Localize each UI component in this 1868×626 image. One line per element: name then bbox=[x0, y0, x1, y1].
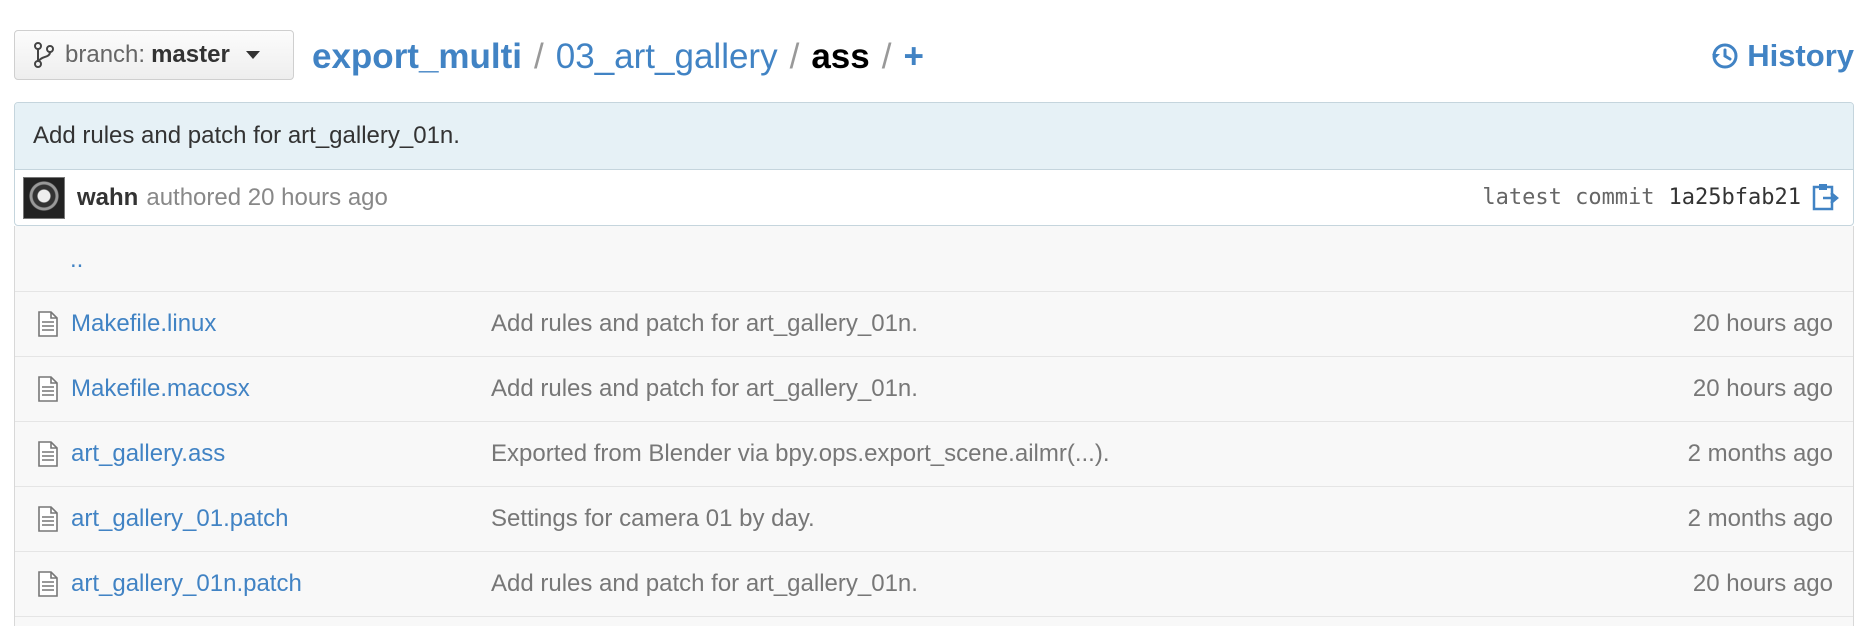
file-commit-message-link[interactable]: Settings for camera 01 by day. bbox=[491, 505, 815, 533]
breadcrumb-current: ass bbox=[811, 37, 870, 76]
file-browser-page: branch: master export_multi / 03_art_gal… bbox=[0, 0, 1868, 626]
branch-name: master bbox=[151, 41, 230, 68]
file-icon bbox=[38, 311, 58, 337]
list-item: art_gallery_01n.patch Add rules and patch… bbox=[15, 552, 1853, 617]
branch-prefix: branch: bbox=[65, 41, 146, 68]
history-icon bbox=[1712, 43, 1738, 69]
file-icon bbox=[38, 506, 58, 532]
file-commit-message-link[interactable]: Add rules and patch for art_gallery_01n. bbox=[491, 375, 918, 403]
latest-commit-box: Add rules and patch for art_gallery_01n.… bbox=[14, 102, 1854, 226]
list-item-parent: .. bbox=[15, 226, 1853, 292]
toolbar: branch: master export_multi / 03_art_gal… bbox=[14, 30, 1854, 90]
chevron-down-icon bbox=[245, 51, 260, 59]
file-name-link[interactable]: Makefile.macosx bbox=[71, 375, 250, 403]
file-commit-message-link[interactable]: Add rules and patch for art_gallery_01n. bbox=[491, 310, 918, 338]
file-rows: Makefile.linux Add rules and patch for ar… bbox=[15, 292, 1853, 617]
file-commit-message-link[interactable]: Add rules and patch for art_gallery_01n. bbox=[491, 570, 918, 598]
file-icon bbox=[38, 441, 58, 467]
list-item: Makefile.linux Add rules and patch for ar… bbox=[15, 292, 1853, 357]
file-name-link[interactable]: art_gallery_01n.patch bbox=[71, 570, 302, 598]
add-file-button[interactable]: + bbox=[903, 37, 923, 77]
file-name-link[interactable]: art_gallery_01.patch bbox=[71, 505, 288, 533]
list-item: art_gallery_01.patch Settings for camera … bbox=[15, 487, 1853, 552]
commit-meta: wahn authored 20 hours ago latest commit… bbox=[15, 170, 1853, 225]
branch-select-button[interactable]: branch: master bbox=[14, 30, 294, 80]
history-label: History bbox=[1747, 38, 1854, 73]
list-item: Makefile.macosx Add rules and patch for a… bbox=[15, 357, 1853, 422]
file-age: 20 hours ago bbox=[1692, 570, 1833, 597]
branch-icon bbox=[34, 42, 54, 68]
file-age: 20 hours ago bbox=[1692, 375, 1833, 402]
list-item: art_gallery.ass Exported from Blender via… bbox=[15, 422, 1853, 487]
breadcrumb-separator: / bbox=[789, 37, 800, 76]
commit-author[interactable]: wahn bbox=[77, 184, 138, 212]
file-icon bbox=[38, 376, 58, 402]
file-name-link[interactable]: art_gallery.ass bbox=[71, 440, 225, 468]
parent-directory-link[interactable]: .. bbox=[70, 246, 83, 274]
commit-message[interactable]: Add rules and patch for art_gallery_01n. bbox=[15, 103, 1853, 170]
breadcrumb-separator: / bbox=[881, 37, 892, 76]
clipboard-icon[interactable] bbox=[1811, 182, 1839, 212]
file-age: 2 months ago bbox=[1687, 505, 1833, 532]
breadcrumb: export_multi / 03_art_gallery / ass / + bbox=[312, 32, 924, 82]
breadcrumb-repo-link[interactable]: export_multi bbox=[312, 37, 522, 77]
file-name-link[interactable]: Makefile.linux bbox=[71, 310, 216, 338]
breadcrumb-dir-link[interactable]: 03_art_gallery bbox=[556, 37, 778, 77]
commit-sha-link[interactable]: 1a25bfab21 bbox=[1669, 185, 1801, 210]
latest-commit-label: latest commit bbox=[1482, 184, 1655, 210]
commit-authored-time: authored 20 hours ago bbox=[146, 184, 388, 211]
file-list: .. Makefile.linux Add rules and patch for… bbox=[14, 226, 1854, 626]
file-commit-message-link[interactable]: Exported from Blender via bpy.ops.export… bbox=[491, 440, 1110, 468]
history-link[interactable]: History bbox=[1711, 36, 1854, 76]
breadcrumb-separator: / bbox=[534, 37, 544, 76]
latest-commit: latest commit 1a25bfab21 bbox=[1482, 182, 1839, 212]
avatar[interactable] bbox=[23, 177, 65, 219]
file-icon bbox=[38, 571, 58, 597]
file-age: 2 months ago bbox=[1687, 440, 1833, 467]
file-age: 20 hours ago bbox=[1692, 310, 1833, 337]
